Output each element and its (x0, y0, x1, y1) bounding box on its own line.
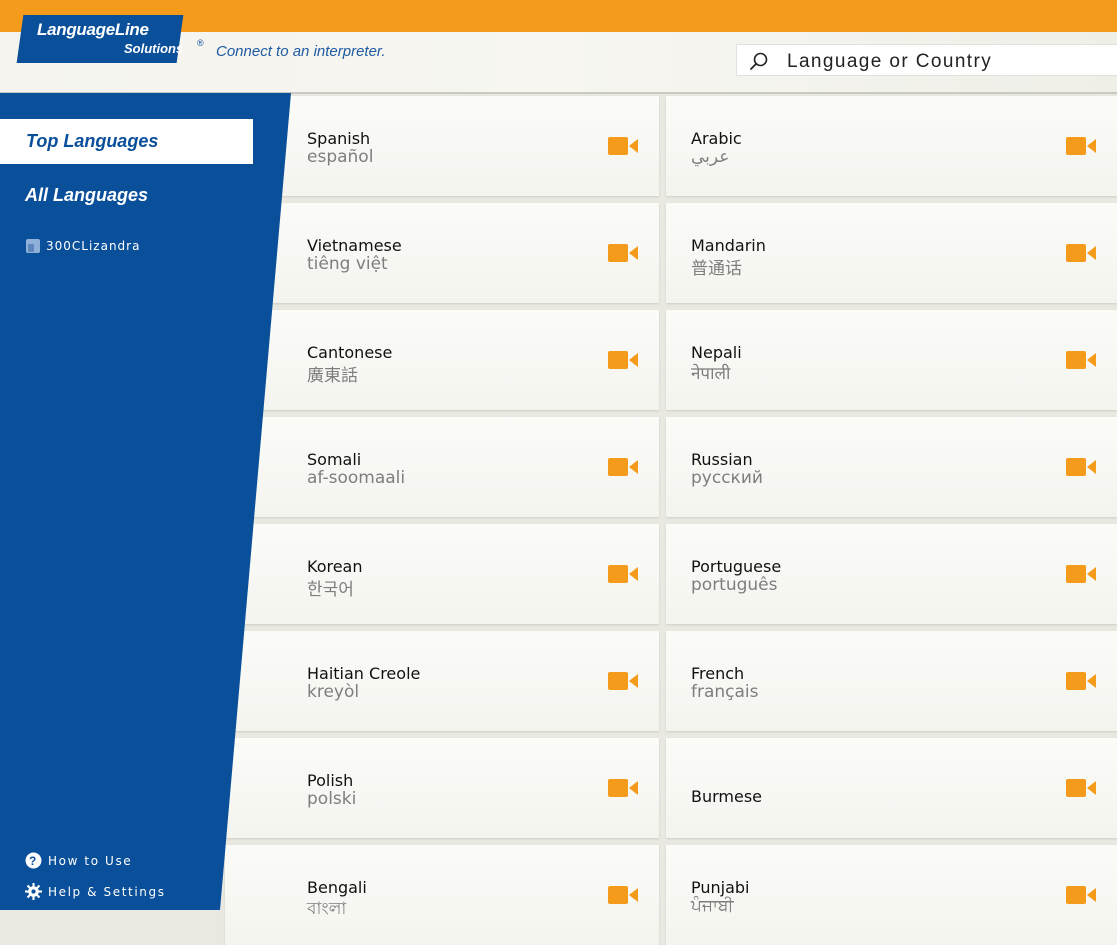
video-call-icon[interactable] (1066, 457, 1096, 477)
video-call-icon[interactable] (608, 564, 638, 584)
search-box[interactable] (736, 44, 1117, 77)
search-icon (750, 52, 768, 70)
logo-registered-mark: ® (197, 38, 204, 48)
language-card-punjabi[interactable]: Punjabi ਪੰਜਾਬੀ (666, 845, 1117, 945)
nav-all-languages-label: All Languages (25, 185, 149, 205)
video-call-icon[interactable] (1066, 885, 1096, 905)
language-native-name: español (307, 147, 374, 167)
language-card-mandarin[interactable]: Mandarin 普通话 (666, 203, 1117, 303)
nav-top-languages[interactable]: Top Languages (0, 119, 253, 164)
language-name: Arabic (691, 129, 742, 148)
language-name: Mandarin (691, 236, 766, 255)
language-card-bengali[interactable]: Bengali বাংলা (225, 845, 659, 945)
language-native-name: عربي (691, 147, 730, 167)
language-card-somali[interactable]: Somali af-soomaali (225, 417, 659, 517)
gear-icon (25, 883, 42, 900)
language-name: Vietnamese (307, 236, 402, 255)
video-call-icon[interactable] (608, 136, 638, 156)
language-native-name: polski (307, 789, 357, 809)
language-native-name: ਪੰਜਾਬੀ (691, 896, 734, 916)
header: LanguageLine Solutions ® Connect to an i… (0, 15, 1117, 94)
video-call-icon[interactable] (1066, 136, 1096, 156)
video-call-icon[interactable] (608, 457, 638, 477)
video-call-icon[interactable] (1066, 243, 1096, 263)
language-native-name: 普通话 (691, 259, 742, 279)
nav-all-languages[interactable]: All Languages (25, 185, 148, 206)
help-settings-link[interactable]: Help & Settings (25, 883, 166, 900)
language-name: Spanish (307, 129, 371, 148)
language-name: Russian (691, 450, 753, 469)
language-native-name: नेपाली (691, 364, 731, 384)
language-card-haitian-creole[interactable]: Haitian Creole kreyòl (225, 631, 659, 731)
nav-top-languages-label: Top Languages (26, 131, 159, 151)
language-card-vietnamese[interactable]: Vietnamese tiêng việt (225, 203, 659, 303)
language-card-korean[interactable]: Korean 한국어 (225, 524, 659, 624)
language-name: Nepali (691, 343, 742, 362)
language-card-arabic[interactable]: Arabic عربي (666, 96, 1117, 196)
language-native-name: af-soomaali (307, 468, 406, 488)
language-native-name: русский (691, 468, 763, 488)
svg-text:?: ? (29, 855, 38, 868)
video-call-icon[interactable] (608, 885, 638, 905)
help-settings-label: Help & Settings (48, 884, 166, 899)
video-call-icon[interactable] (608, 778, 638, 798)
language-name: French (691, 664, 745, 683)
help-circle-icon: ? (25, 852, 42, 869)
language-card-cantonese[interactable]: Cantonese 廣東話 (225, 310, 659, 410)
video-call-icon[interactable] (1066, 778, 1096, 798)
tagline: Connect to an interpreter. (216, 43, 386, 60)
language-native-name: 廣東話 (307, 366, 358, 386)
language-name: Bengali (307, 878, 367, 897)
language-name: Cantonese (307, 343, 393, 362)
logo-text: LanguageLine (37, 20, 149, 39)
language-name: Korean (307, 557, 363, 576)
language-card-polish[interactable]: Polish polski (225, 738, 659, 838)
language-native-name: français (691, 682, 759, 702)
language-native-name: বাংলা (307, 899, 347, 919)
language-name: Burmese (691, 787, 763, 806)
language-native-name: tiêng việt (307, 254, 388, 274)
how-to-use-label: How to Use (48, 853, 133, 868)
language-name: Punjabi (691, 878, 750, 897)
video-call-icon[interactable] (1066, 671, 1096, 691)
language-native-name: português (691, 575, 778, 595)
user-account[interactable]: 300CLizandra (25, 238, 140, 254)
language-native-name: kreyòl (307, 682, 360, 702)
language-name: Portuguese (691, 557, 782, 576)
language-card-nepali[interactable]: Nepali नेपाली (666, 310, 1117, 410)
language-native-name: 한국어 (307, 580, 354, 600)
video-call-icon[interactable] (608, 671, 638, 691)
video-call-icon[interactable] (608, 350, 638, 370)
video-call-icon[interactable] (1066, 564, 1096, 584)
language-name: Haitian Creole (307, 664, 421, 683)
video-call-icon[interactable] (1066, 350, 1096, 370)
video-call-icon[interactable] (608, 243, 638, 263)
how-to-use-link[interactable]: ? How to Use (25, 852, 132, 869)
logo-subtext: Solutions (124, 41, 184, 56)
language-card-burmese[interactable]: Burmese (666, 738, 1117, 838)
language-card-french[interactable]: French français (666, 631, 1117, 731)
language-name: Polish (307, 771, 354, 790)
language-card-spanish[interactable]: Spanish español (225, 96, 659, 196)
user-name: 300CLizandra (46, 239, 141, 253)
device-user-icon (26, 239, 40, 253)
search-input[interactable] (785, 47, 1109, 77)
language-card-russian[interactable]: Russian русский (666, 417, 1117, 517)
language-name: Somali (307, 450, 362, 469)
language-card-portuguese[interactable]: Portuguese português (666, 524, 1117, 624)
